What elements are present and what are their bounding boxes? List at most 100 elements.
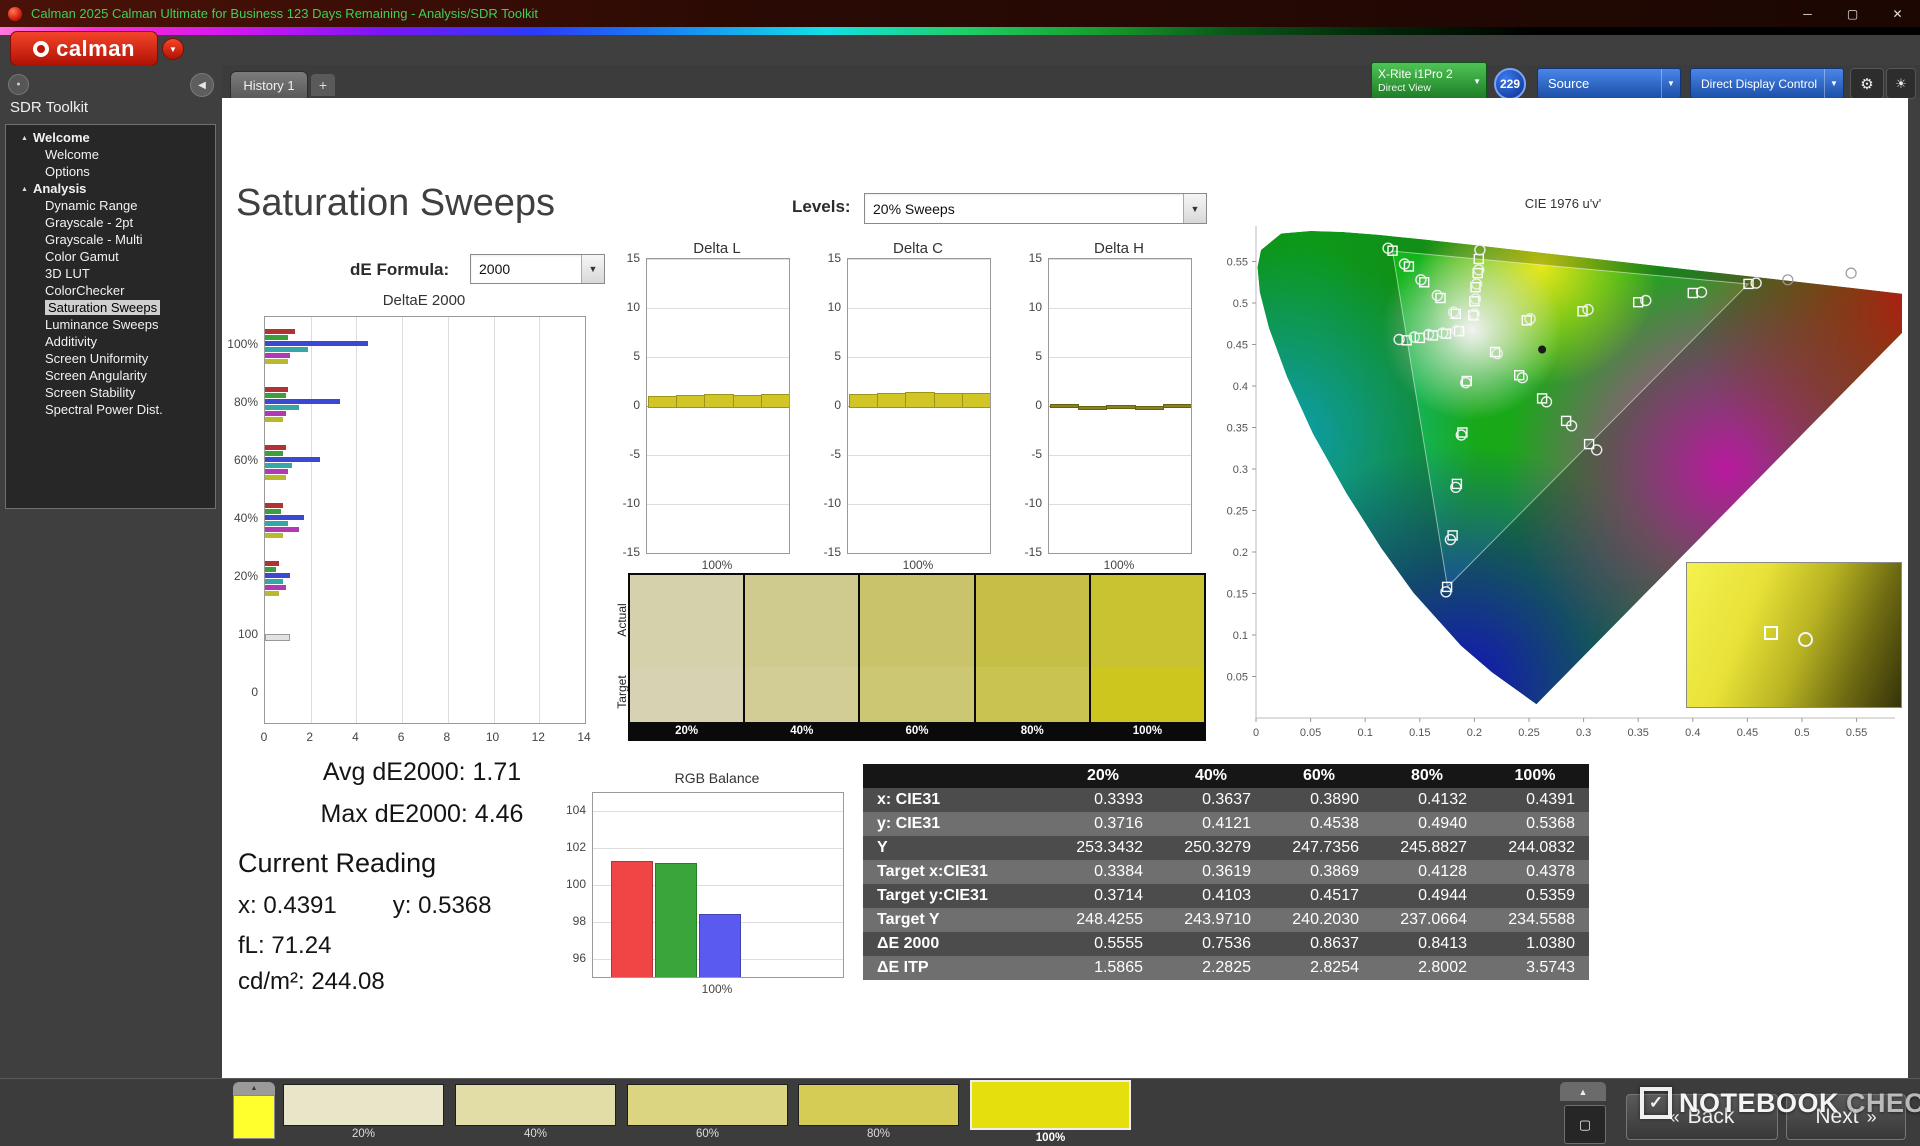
current-cdm2: cd/m²: 244.08 [238, 968, 385, 995]
deltae-bar [265, 352, 291, 358]
svg-text:0.15: 0.15 [1227, 589, 1248, 601]
sidebar-item-colorchecker[interactable]: ColorChecker [6, 282, 215, 299]
svg-text:0.3: 0.3 [1576, 727, 1591, 739]
sidebar-item-screen-angularity[interactable]: Screen Angularity [6, 367, 215, 384]
svg-text:0.55: 0.55 [1227, 257, 1248, 269]
window-title: Calman 2025 Calman Ultimate for Business… [31, 6, 538, 21]
table-value-cell: 0.4132 [1373, 788, 1481, 812]
sidebar-item-screen-stability[interactable]: Screen Stability [6, 384, 215, 401]
delta-l-x-label: 100% [701, 558, 733, 572]
sidebar-item-analysis[interactable]: ▲ Analysis [6, 180, 215, 197]
delta_h-bar [1077, 406, 1108, 410]
svg-text:0.5: 0.5 [1794, 727, 1809, 739]
pattern-level-40[interactable]: 40% [455, 1084, 616, 1140]
sidebar-item-options[interactable]: Options [6, 163, 215, 180]
deltae-bar [265, 334, 288, 340]
svg-text:0.4: 0.4 [1685, 727, 1700, 739]
pattern-panel-up-button[interactable]: ▲ [1560, 1082, 1606, 1101]
deltae-bar [265, 578, 284, 584]
pattern-window-light-button[interactable]: ☀ [1886, 68, 1916, 99]
levels-dropdown[interactable]: 20% Sweeps ▼ [864, 193, 1207, 224]
pattern-level-80[interactable]: 80% [798, 1084, 959, 1140]
maximize-button[interactable]: ▢ [1830, 0, 1875, 27]
table-row: Target x:CIE31 0.3384 0.3619 0.3869 0.4128 0.… [863, 860, 1589, 884]
table-value-cell: 0.3716 [1049, 812, 1157, 836]
cie-zoom-inset [1686, 562, 1902, 708]
sidebar-item-label: Screen Uniformity [45, 351, 149, 366]
svg-text:0.25: 0.25 [1227, 506, 1248, 518]
current-reading-heading: Current Reading [238, 848, 437, 878]
table-value-cell: 0.3393 [1049, 788, 1157, 812]
meter-mode: Direct View [1378, 82, 1431, 94]
sidebar-item-grayscale-multi[interactable]: Grayscale - Multi [6, 231, 215, 248]
add-tab-button[interactable]: + [311, 74, 335, 96]
table-value-cell: 0.8637 [1265, 932, 1373, 956]
table-value-cell: 243.9710 [1157, 908, 1265, 932]
calman-logo-icon [33, 40, 50, 57]
sidebar-item-additivity[interactable]: Additivity [6, 333, 215, 350]
sidebar-item-color-gamut[interactable]: Color Gamut [6, 248, 215, 265]
back-button[interactable]: « Back [1626, 1094, 1778, 1140]
meter-dropdown[interactable]: X-Rite i1Pro 2 Direct View ▼ [1371, 62, 1487, 100]
pattern-window-toggle-button[interactable]: ▢ [1564, 1105, 1606, 1144]
sidebar-item-label: Screen Angularity [45, 368, 147, 383]
pattern-level-100[interactable]: 100% [970, 1080, 1131, 1144]
calman-app-window: Calman 2025 Calman Ultimate for Business… [0, 0, 1920, 1146]
swatch-level-label: 60% [860, 722, 974, 739]
sidebar-item-3d-lut[interactable]: 3D LUT [6, 265, 215, 282]
delta_h-bar [1106, 404, 1136, 409]
sidebar-item-screen-uniformity[interactable]: Screen Uniformity [6, 350, 215, 367]
sidebar-item-label: Options [45, 164, 90, 179]
table-value-cell: 0.8413 [1373, 932, 1481, 956]
table-value-cell: 0.4128 [1373, 860, 1481, 884]
delta_h-bar [1049, 403, 1079, 408]
levels-value: 20% Sweeps [873, 200, 955, 217]
rgb_balance-bar [611, 861, 653, 977]
levels-label: Levels: [792, 197, 851, 216]
table-value-cell: 247.7356 [1265, 836, 1373, 860]
deltae-bar [265, 450, 284, 456]
sidebar-item-spectral-power-dist[interactable]: Spectral Power Dist. [6, 401, 215, 418]
close-button[interactable]: ✕ [1875, 0, 1920, 27]
table-row-label: Y [863, 836, 1049, 860]
sidebar-item-grayscale-2pt[interactable]: Grayscale - 2pt [6, 214, 215, 231]
sidebar-item-welcome[interactable]: Welcome [6, 146, 215, 163]
table-row-label: x: CIE31 [863, 788, 1049, 812]
sidebar-item-dynamic-range[interactable]: Dynamic Range [6, 197, 215, 214]
minimize-button[interactable]: ─ [1785, 0, 1830, 27]
svg-text:0: 0 [1253, 727, 1259, 739]
next-button[interactable]: Next » [1786, 1094, 1906, 1140]
source-dropdown[interactable]: Source ▼ [1537, 68, 1681, 99]
sidebar-collapse-button[interactable]: ◀ [190, 73, 214, 97]
calman-menu-button[interactable]: ▼ [162, 38, 184, 60]
calman-logo-button[interactable]: calman [10, 31, 158, 66]
meter-name: X-Rite i1Pro 2 [1378, 67, 1453, 81]
deltae-bar [265, 514, 304, 520]
meter-count-badge[interactable]: 229 [1494, 68, 1526, 100]
sidebar-item-saturation-sweeps[interactable]: Saturation Sweeps [6, 299, 215, 316]
delta_l-bar [732, 395, 763, 408]
pattern-color-button[interactable]: ▲ [233, 1082, 275, 1139]
delta_l-bar [704, 394, 734, 408]
table-value-cell: 0.3869 [1265, 860, 1373, 884]
svg-text:0.5: 0.5 [1233, 298, 1248, 310]
pattern-level-20[interactable]: 20% [283, 1084, 444, 1140]
page-title: Saturation Sweeps [236, 182, 555, 224]
sidebar-item-luminance-sweeps[interactable]: Luminance Sweeps [6, 316, 215, 333]
deltae-bar [265, 468, 288, 474]
de-formula-dropdown[interactable]: 2000 ▼ [470, 254, 605, 284]
settings-gear-button[interactable]: ⚙ [1850, 68, 1884, 99]
swatch-level-label: 100% [1090, 722, 1205, 739]
sidebar-menu-button[interactable]: ● [8, 74, 29, 95]
inset-measured-marker [1798, 632, 1814, 648]
table-row: ΔE 2000 0.5555 0.7536 0.8637 0.8413 1.0380 [863, 932, 1589, 956]
pattern-level-60[interactable]: 60% [627, 1084, 788, 1140]
target-row-label: Target [615, 675, 629, 709]
svg-text:0.1: 0.1 [1358, 727, 1373, 739]
table-value-cell: 245.8827 [1373, 836, 1481, 860]
display-control-dropdown[interactable]: Direct Display Control ▼ [1690, 68, 1844, 99]
table-row: y: CIE31 0.3716 0.4121 0.4538 0.4940 0.5368 [863, 812, 1589, 836]
chevron-right-icon: » [1866, 1106, 1877, 1127]
tab-history-1[interactable]: History 1 [230, 71, 308, 99]
sidebar-item-welcome[interactable]: ▲ Welcome [6, 129, 215, 146]
